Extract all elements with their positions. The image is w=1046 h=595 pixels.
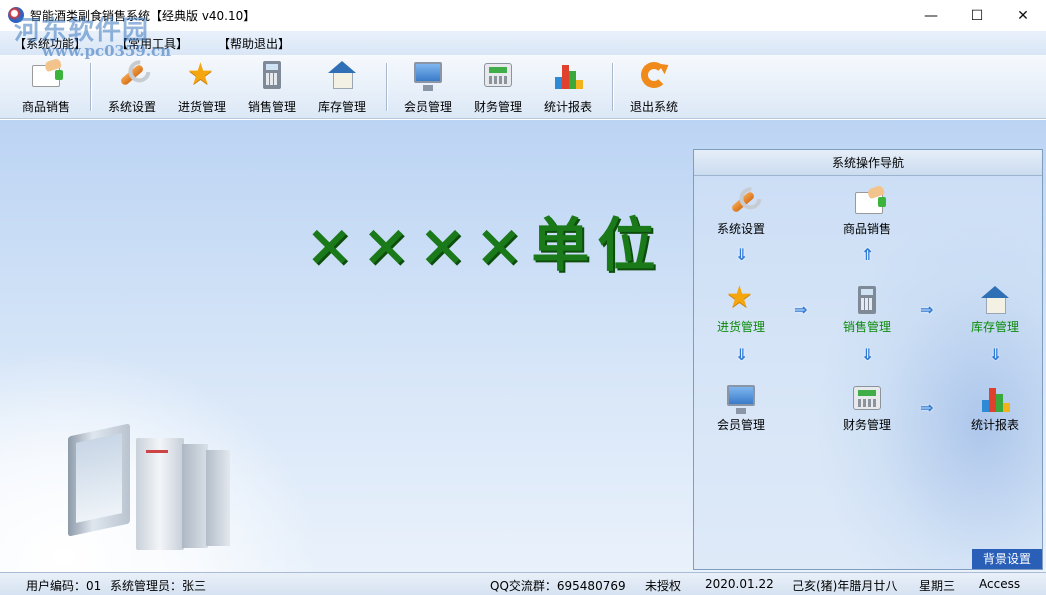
toolbar-separator — [386, 63, 387, 111]
hand-receipt-icon — [29, 59, 63, 93]
toolbar-label: 进货管理 — [177, 100, 226, 114]
menu-common-tools[interactable]: 【常用工具】 — [116, 35, 188, 52]
toolbar-label: 库存管理 — [317, 100, 366, 114]
unit-title: ××××单位 — [305, 211, 664, 279]
nav-inventory[interactable]: 库存管理 — [950, 284, 1040, 335]
bar-chart-icon — [551, 59, 585, 93]
status-lunar-date: 己亥(猪)年腊月廿八 — [792, 579, 898, 593]
menu-bar: 【系统功能】 【常用工具】 【帮助退出】 — [0, 31, 1046, 55]
wrench-icon — [726, 186, 756, 216]
menu-system-functions[interactable]: 【系统功能】 — [14, 35, 86, 52]
toolbar-members-button[interactable]: 会员管理 — [398, 59, 458, 117]
toolbar-inventory-button[interactable]: 库存管理 — [312, 59, 372, 117]
monitor-icon — [726, 382, 756, 414]
hand-receipt-icon — [852, 186, 886, 216]
toolbar-separator — [612, 63, 613, 111]
toolbar-label: 系统设置 — [107, 100, 156, 114]
arrow-down-icon: ⇓ — [989, 345, 1003, 364]
monitor-icon — [411, 59, 445, 93]
calculator-icon — [255, 59, 289, 93]
menu-help-exit[interactable]: 【帮助退出】 — [218, 35, 290, 52]
toolbar-exit-button[interactable]: 退出系统 — [624, 59, 684, 117]
toolbar-label: 商品销售 — [21, 100, 70, 114]
star-icon: ★ — [726, 280, 753, 315]
status-admin: 系统管理员：张三 — [110, 579, 207, 593]
nav-members[interactable]: 会员管理 — [696, 382, 786, 433]
nav-purchase[interactable]: ★ 进货管理 — [696, 280, 786, 335]
nav-sales-mgmt[interactable]: 销售管理 — [822, 284, 912, 335]
status-license: 未授权 — [645, 579, 682, 593]
toolbar-label: 统计报表 — [543, 100, 592, 114]
bar-chart-icon — [980, 382, 1010, 412]
calculator-icon — [852, 284, 882, 314]
arrow-right-icon: ⇒ — [794, 300, 808, 319]
nav-reports[interactable]: 统计报表 — [950, 382, 1040, 433]
nav-label: 商品销售 — [842, 222, 891, 236]
title-bar: 智能酒类副食销售系统【经典版 v40.10】 — ☐ ✕ — [0, 0, 1046, 31]
toolbar-label: 财务管理 — [473, 100, 522, 114]
navigator-title: 系统操作导航 — [694, 150, 1042, 176]
window-title: 智能酒类副食销售系统【经典版 v40.10】 — [30, 9, 256, 23]
arrow-right-icon: ⇒ — [920, 398, 934, 417]
background-settings-button[interactable]: 背景设置 — [972, 549, 1042, 569]
status-user-code: 用户编码：01 — [26, 579, 102, 593]
nav-sales[interactable]: 商品销售 — [822, 186, 912, 237]
star-icon: ★ — [187, 57, 214, 92]
nav-settings[interactable]: 系统设置 — [696, 186, 786, 237]
refresh-icon — [637, 59, 671, 93]
nav-label: 财务管理 — [842, 418, 891, 432]
toolbar: 商品销售 系统设置 ★ 进货管理 销售管理 库存管理 会员管理 财务管理 统计报… — [0, 55, 1046, 119]
status-database: Access — [979, 577, 1021, 591]
nav-label: 系统设置 — [716, 222, 765, 236]
maximize-button[interactable]: ☐ — [954, 0, 1000, 31]
arrow-down-icon: ⇓ — [735, 345, 749, 364]
nav-label: 统计报表 — [970, 418, 1019, 432]
nav-label: 进货管理 — [716, 320, 765, 334]
nav-finance[interactable]: 财务管理 — [822, 382, 912, 433]
computer-tower-illustration — [136, 438, 184, 550]
toolbar-settings-button[interactable]: 系统设置 — [102, 59, 162, 117]
cash-register-icon — [852, 382, 882, 412]
toolbar-sales-mgmt-button[interactable]: 销售管理 — [242, 59, 302, 117]
nav-label: 库存管理 — [970, 320, 1019, 334]
toolbar-separator — [90, 63, 91, 111]
navigator-panel: 系统操作导航 系统设置 商品销售 ⇓ ⇑ ★ 进货管理 ⇒ 销售管理 ⇒ 库存管… — [693, 149, 1043, 570]
toolbar-purchase-button[interactable]: ★ 进货管理 — [172, 59, 232, 117]
status-weekday: 星期三 — [919, 579, 956, 593]
house-icon — [980, 284, 1010, 314]
toolbar-finance-button[interactable]: 财务管理 — [468, 59, 528, 117]
app-icon — [8, 7, 24, 23]
close-button[interactable]: ✕ — [1000, 0, 1046, 31]
arrow-down-icon: ⇓ — [861, 345, 875, 364]
toolbar-label: 销售管理 — [247, 100, 296, 114]
status-bar: 用户编码：01 系统管理员：张三 QQ交流群：695480769 未授权 202… — [0, 572, 1046, 595]
computer-tower-illustration — [206, 450, 230, 546]
cash-register-icon — [481, 59, 515, 93]
nav-label: 销售管理 — [842, 320, 891, 334]
status-date: 2020.01.22 — [705, 577, 774, 591]
arrow-right-icon: ⇒ — [920, 300, 934, 319]
minimize-button[interactable]: — — [908, 0, 954, 31]
wrench-icon — [115, 59, 149, 93]
nav-label: 会员管理 — [716, 418, 765, 432]
arrow-down-icon: ⇓ — [735, 245, 749, 264]
toolbar-label: 退出系统 — [629, 100, 678, 114]
status-qq-group: QQ交流群：695480769 — [490, 579, 626, 593]
toolbar-label: 会员管理 — [403, 100, 452, 114]
house-icon — [325, 59, 359, 93]
arrow-up-icon: ⇑ — [861, 245, 875, 264]
computer-monitor-illustration — [68, 423, 130, 537]
computer-tower-illustration — [182, 444, 208, 548]
toolbar-sales-button[interactable]: 商品销售 — [16, 59, 76, 117]
toolbar-reports-button[interactable]: 统计报表 — [538, 59, 598, 117]
